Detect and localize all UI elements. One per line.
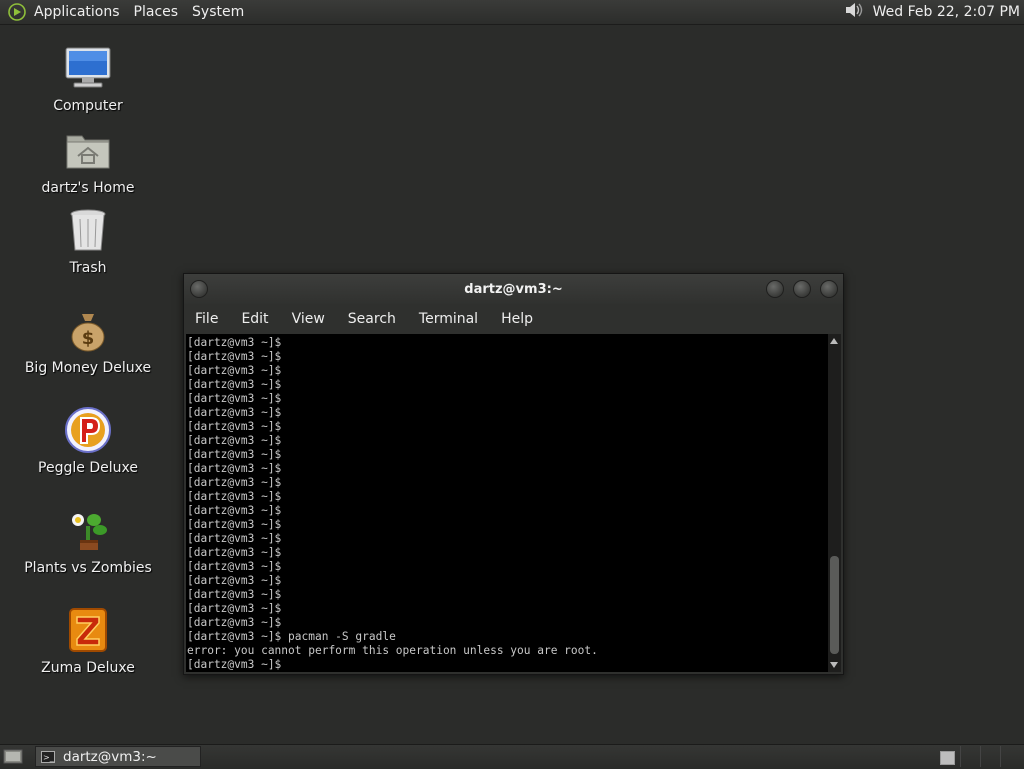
desktop-icon-label: Trash: [69, 260, 107, 276]
svg-text:$: $: [82, 328, 95, 349]
terminal-line: [dartz@vm3 ~]$: [187, 406, 282, 419]
desktop-icon-peggle[interactable]: Peggle Deluxe: [8, 406, 168, 476]
volume-icon[interactable]: [843, 0, 865, 24]
workspace-switcher-2[interactable]: [960, 746, 979, 767]
terminal-line: [dartz@vm3 ~]$: [187, 462, 282, 475]
terminal-line: [dartz@vm3 ~]$: [187, 546, 282, 559]
terminal-line: [dartz@vm3 ~]$: [187, 658, 282, 671]
terminal-line: [dartz@vm3 ~]$: [187, 518, 282, 531]
bottom-panel: >_ dartz@vm3:~: [0, 744, 1024, 769]
workspace-switcher-4[interactable]: [1000, 746, 1019, 767]
terminal-line: [dartz@vm3 ~]$: [187, 490, 282, 503]
computer-icon: [64, 44, 112, 92]
terminal-line: [dartz@vm3 ~]$: [187, 532, 282, 545]
terminal-line: [dartz@vm3 ~]$: [187, 588, 282, 601]
terminal-line: [dartz@vm3 ~]$ pacman -S gradle: [187, 630, 396, 643]
terminal-line: [dartz@vm3 ~]$: [187, 602, 282, 615]
show-desktop-icon[interactable]: [3, 748, 23, 769]
terminal-menubar: File Edit View Search Terminal Help: [184, 304, 843, 334]
desktop-icon-home[interactable]: dartz's Home: [8, 126, 168, 196]
taskbar-terminal-label: dartz@vm3:~: [63, 748, 157, 765]
menu-view[interactable]: View: [292, 311, 325, 327]
scrollbar-thumb[interactable]: [830, 556, 839, 654]
terminal-window[interactable]: dartz@vm3:~ File Edit View Search Termin…: [183, 273, 844, 675]
desktop-icon-trash[interactable]: Trash: [8, 206, 168, 276]
terminal-line: [dartz@vm3 ~]$: [187, 434, 282, 447]
terminal-line: [dartz@vm3 ~]$: [187, 476, 282, 489]
desktop-icon-label: Plants vs Zombies: [24, 560, 152, 576]
places-menu[interactable]: Places: [134, 4, 179, 20]
desktop-icon-plants-vs-zombies[interactable]: Plants vs Zombies: [8, 506, 168, 576]
window-titlebar[interactable]: dartz@vm3:~: [184, 274, 843, 304]
terminal-line: [dartz@vm3 ~]$: [187, 350, 282, 363]
clock[interactable]: Wed Feb 22, 2:07 PM: [873, 4, 1020, 20]
menu-terminal[interactable]: Terminal: [419, 311, 478, 327]
menu-file[interactable]: File: [195, 311, 218, 327]
terminal-line: [dartz@vm3 ~]$: [187, 392, 282, 405]
desktop-icon-label: Big Money Deluxe: [24, 360, 152, 376]
menu-search[interactable]: Search: [348, 311, 396, 327]
terminal-line: [dartz@vm3 ~]$: [187, 504, 282, 517]
terminal-line: [dartz@vm3 ~]$: [187, 420, 282, 433]
terminal-icon: >_: [41, 750, 55, 763]
terminal-line: error: you cannot perform this operation…: [187, 644, 598, 657]
desktop-icon-zuma[interactable]: Zuma Deluxe: [8, 606, 168, 676]
desktop-icon-label: Zuma Deluxe: [41, 660, 135, 676]
terminal-scrollbar[interactable]: [828, 334, 841, 672]
distro-logo-icon[interactable]: [6, 1, 28, 23]
maximize-button[interactable]: [793, 280, 811, 298]
applications-menu[interactable]: Applications: [34, 4, 120, 20]
desktop-icon-label: dartz's Home: [41, 180, 135, 196]
terminal-line: [dartz@vm3 ~]$: [187, 336, 282, 349]
minimize-button[interactable]: [766, 280, 784, 298]
menu-help[interactable]: Help: [501, 311, 533, 327]
zuma-icon: [64, 606, 112, 654]
scroll-down-arrow-icon[interactable]: [830, 662, 838, 668]
money-bag-icon: $: [64, 306, 112, 354]
terminal-line: [dartz@vm3 ~]$: [187, 364, 282, 377]
close-button[interactable]: [820, 280, 838, 298]
plants-icon: [64, 506, 112, 554]
window-title: dartz@vm3:~: [464, 282, 563, 297]
scroll-up-arrow-icon[interactable]: [830, 338, 838, 344]
desktop-icon-computer[interactable]: Computer: [8, 44, 168, 114]
workspace-switcher-3[interactable]: [980, 746, 999, 767]
terminal-output[interactable]: [dartz@vm3 ~]$ [dartz@vm3 ~]$ [dartz@vm3 ~…: [186, 334, 828, 672]
desktop-icon-big-money[interactable]: $ Big Money Deluxe: [8, 306, 168, 376]
desktop-icon-label: Peggle Deluxe: [38, 460, 138, 476]
trash-icon: [64, 206, 112, 254]
menu-edit[interactable]: Edit: [241, 311, 268, 327]
desktop-icon-label: Computer: [53, 98, 123, 114]
terminal-line: [dartz@vm3 ~]$: [187, 560, 282, 573]
top-panel: Applications Places System Wed Feb 22, 2…: [0, 0, 1024, 25]
terminal-line: [dartz@vm3 ~]$: [187, 448, 282, 461]
system-menu[interactable]: System: [192, 4, 244, 20]
taskbar-terminal-button[interactable]: >_ dartz@vm3:~: [35, 746, 201, 767]
terminal-line: [dartz@vm3 ~]$: [187, 616, 282, 629]
home-folder-icon: [64, 126, 112, 174]
peggle-icon: [64, 406, 112, 454]
terminal-line: [dartz@vm3 ~]$: [187, 378, 282, 391]
workspace-switcher-1[interactable]: [940, 751, 955, 765]
terminal-line: [dartz@vm3 ~]$: [187, 574, 282, 587]
